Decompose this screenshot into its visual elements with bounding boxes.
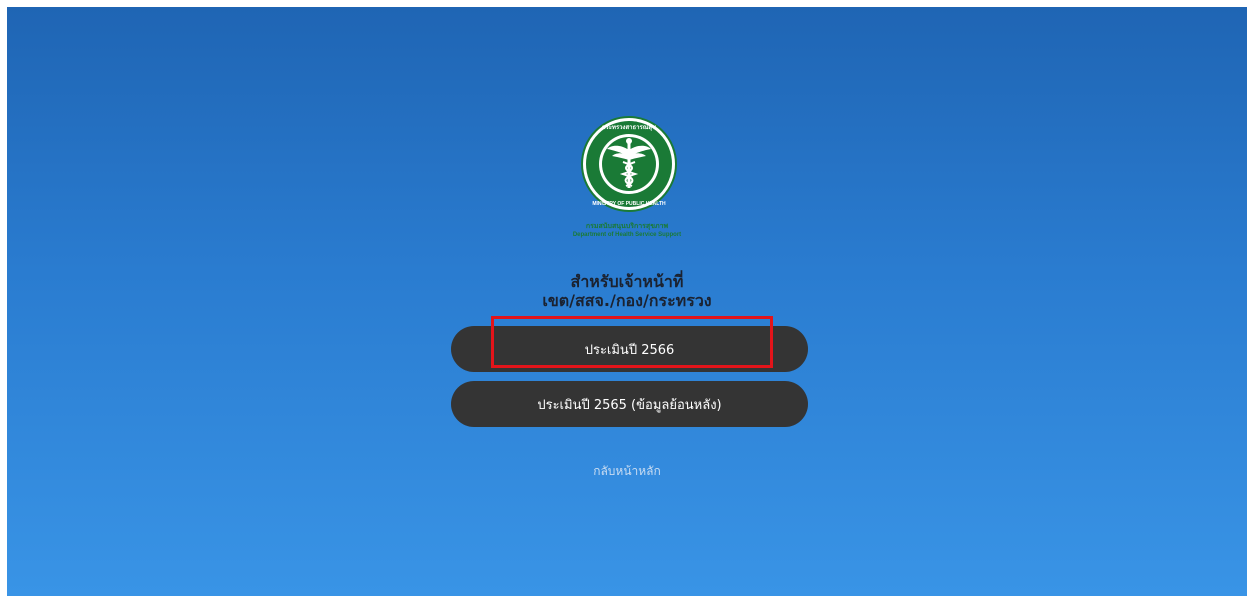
- ministry-logo: กระทรวงสาธารณสุข MINISTRY OF PUBLIC HEAL…: [580, 112, 678, 217]
- assess-2565-label: ประเมินปี 2565 (ข้อมูลย้อนหลัง): [537, 397, 722, 413]
- page-title-line2: เขต/สสจ./กอง/กระทรวง: [542, 291, 712, 310]
- department-name-english: Department of Health Service Support: [572, 232, 682, 238]
- assess-2566-button[interactable]: ประเมินปี 2566: [451, 326, 808, 372]
- logo-ring-text: กระทรวงสาธารณสุข: [602, 124, 656, 131]
- assess-2566-label: ประเมินปี 2566: [584, 342, 675, 358]
- back-to-home-link[interactable]: กลับหน้าหลัก: [7, 462, 1247, 481]
- page-title-line1: สำหรับเจ้าหน้าที่: [570, 272, 684, 291]
- content-column: กระทรวงสาธารณสุข MINISTRY OF PUBLIC HEAL…: [7, 7, 1247, 596]
- page-background: กระทรวงสาธารณสุข MINISTRY OF PUBLIC HEAL…: [7, 7, 1247, 596]
- assess-2565-button[interactable]: ประเมินปี 2565 (ข้อมูลย้อนหลัง): [451, 381, 808, 427]
- logo-ring-text-en: MINISTRY OF PUBLIC HEALTH: [592, 201, 666, 207]
- department-name-thai: กรมสนับสนุนบริการสุขภาพ: [585, 223, 669, 230]
- ministry-seal-icon: กระทรวงสาธารณสุข MINISTRY OF PUBLIC HEAL…: [581, 116, 677, 212]
